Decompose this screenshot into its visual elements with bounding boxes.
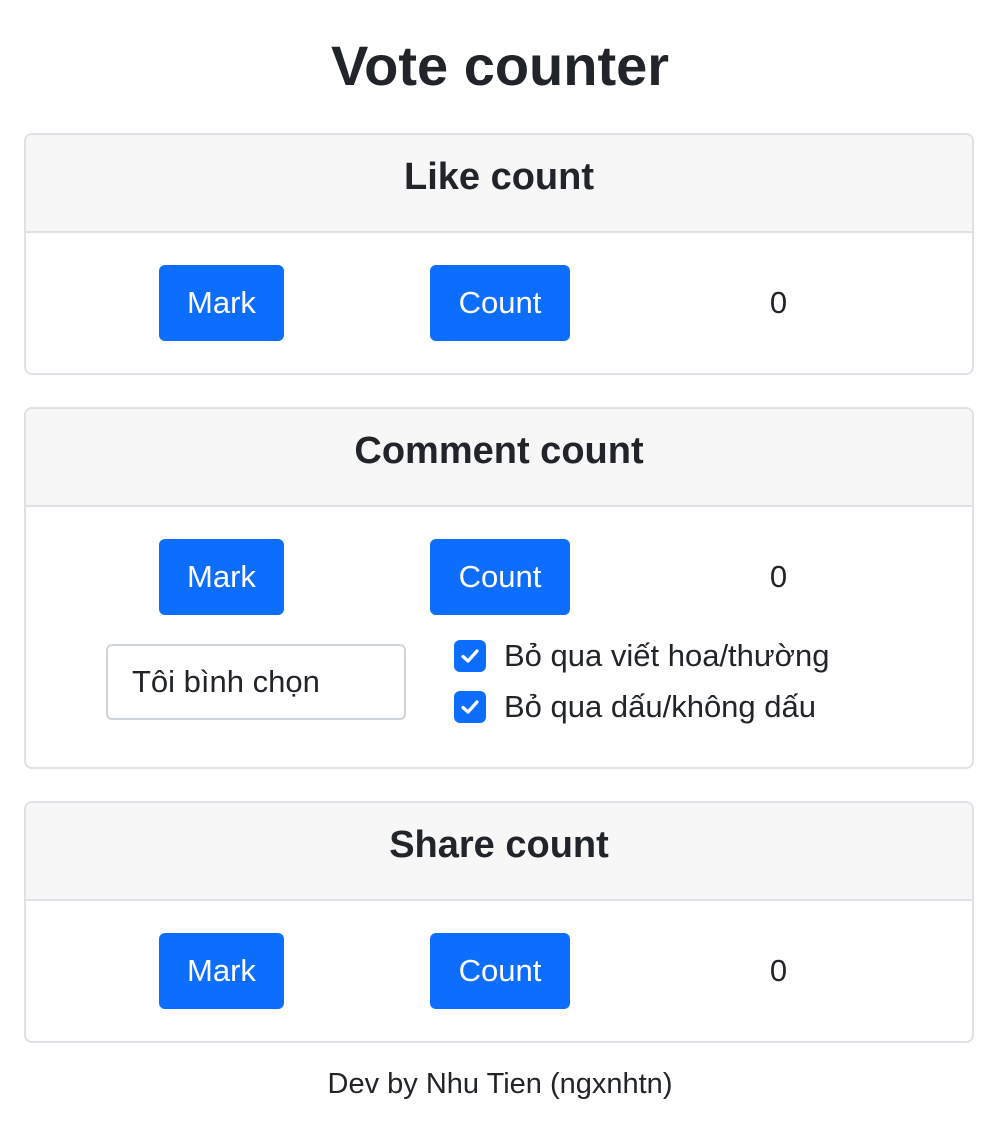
- share-mark-button[interactable]: Mark: [159, 933, 284, 1009]
- ignore-accents-label: Bỏ qua dấu/không dấu: [504, 689, 816, 724]
- like-count-value: 0: [769, 285, 788, 320]
- like-mark-button[interactable]: Mark: [159, 265, 284, 341]
- ignore-case-checkbox[interactable]: [454, 640, 486, 672]
- comment-count-value: 0: [769, 559, 788, 594]
- ignore-case-label: Bỏ qua viết hoa/thường: [504, 638, 830, 673]
- like-count-button[interactable]: Count: [430, 265, 570, 341]
- ignore-accents-checkbox[interactable]: [454, 691, 486, 723]
- checkmark-icon: [461, 649, 479, 663]
- comment-keyword-input[interactable]: [106, 644, 406, 720]
- like-count-header: Like count: [26, 135, 972, 233]
- share-count-card: Share count Mark Count 0: [24, 801, 974, 1043]
- ignore-accents-option[interactable]: Bỏ qua dấu/không dấu: [454, 687, 816, 727]
- share-count-button[interactable]: Count: [430, 933, 570, 1009]
- comment-mark-button[interactable]: Mark: [159, 539, 284, 615]
- page-title: Vote counter: [330, 34, 670, 97]
- checkmark-icon: [461, 700, 479, 714]
- footer-credit: Dev by Nhu Tien (ngxnhtn): [327, 1068, 673, 1100]
- comment-count-button[interactable]: Count: [430, 539, 570, 615]
- comment-count-header: Comment count: [26, 409, 972, 507]
- share-count-value: 0: [769, 953, 788, 988]
- like-count-card: Like count Mark Count 0: [24, 133, 974, 375]
- ignore-case-option[interactable]: Bỏ qua viết hoa/thường: [454, 636, 829, 676]
- share-count-header: Share count: [26, 803, 972, 901]
- comment-count-card: Comment count Mark Count 0 Bỏ qua viết h…: [24, 407, 974, 769]
